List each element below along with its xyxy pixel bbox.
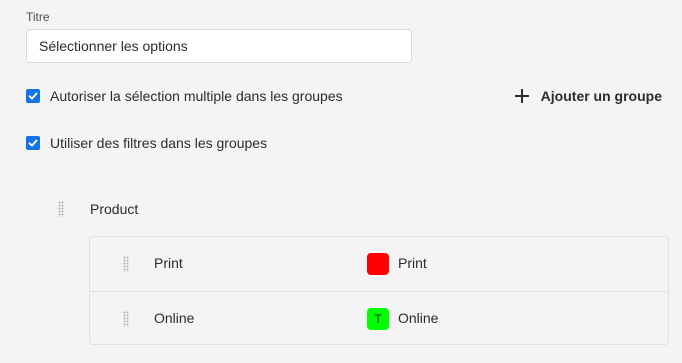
title-input[interactable] bbox=[26, 29, 412, 63]
allow-multi-select-label: Autoriser la sélection multiple dans les… bbox=[50, 88, 343, 104]
color-swatch[interactable] bbox=[367, 253, 389, 275]
option-name: Online bbox=[154, 310, 195, 326]
use-filters-checkbox[interactable]: Utiliser des filtres dans les groupes bbox=[26, 133, 267, 153]
checkbox-checked-icon[interactable] bbox=[26, 89, 40, 103]
drag-handle-icon[interactable] bbox=[58, 201, 64, 217]
color-swatch[interactable]: T bbox=[367, 308, 389, 330]
list-item: Online T Online bbox=[90, 292, 668, 346]
allow-multi-select-checkbox[interactable]: Autoriser la sélection multiple dans les… bbox=[26, 86, 343, 106]
drag-handle-icon[interactable] bbox=[123, 311, 129, 327]
title-label: Titre bbox=[26, 10, 50, 24]
drag-handle-icon[interactable] bbox=[123, 256, 129, 272]
group-options-list: Print Print Online T Online bbox=[89, 236, 669, 345]
add-group-label: Ajouter un groupe bbox=[540, 88, 662, 104]
group-header: Product bbox=[58, 199, 138, 219]
swatch-label: Print bbox=[398, 255, 427, 271]
group-title: Product bbox=[90, 201, 139, 217]
swatch-label: Online bbox=[398, 310, 439, 326]
option-name: Print bbox=[154, 255, 183, 271]
checkbox-checked-icon[interactable] bbox=[26, 136, 40, 150]
plus-icon bbox=[514, 89, 529, 103]
list-item: Print Print bbox=[90, 237, 668, 292]
use-filters-label: Utiliser des filtres dans les groupes bbox=[50, 135, 268, 151]
add-group-button[interactable]: Ajouter un groupe bbox=[514, 85, 662, 107]
